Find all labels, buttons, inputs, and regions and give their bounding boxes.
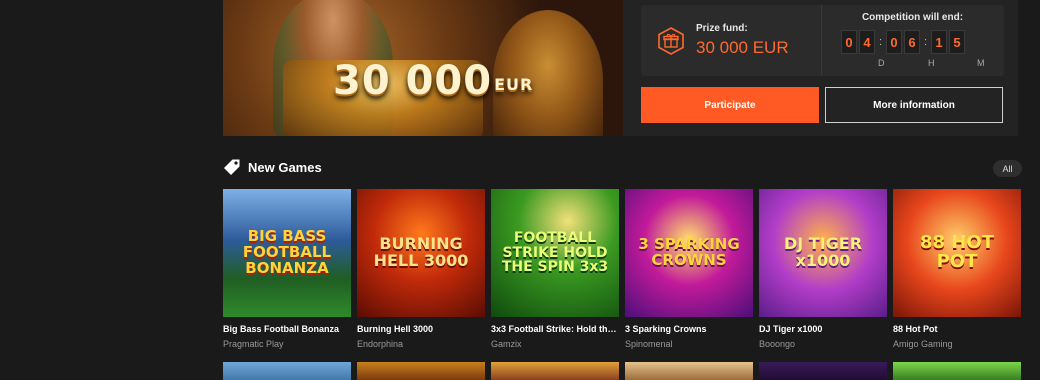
game-art-title: 3 SPARKING CROWNS	[638, 235, 740, 269]
countdown-timer: 0 4 : 0 6 : 1 5	[841, 30, 967, 54]
game-thumbnail[interactable]: FOOTBALL STRIKE HOLD THE SPIN 3x3	[491, 189, 619, 317]
countdown-unit-hours: H	[928, 58, 935, 68]
tournament-banner-image[interactable]: 30 000 EUR	[223, 0, 623, 136]
game-provider: Pragmatic Play	[223, 339, 284, 349]
game-thumbnail[interactable]	[357, 362, 485, 380]
countdown-separator: :	[878, 36, 883, 48]
countdown-unit-days: D	[878, 58, 885, 68]
game-thumbnail[interactable]: BURNING HELL 3000	[357, 189, 485, 317]
countdown-unit-minutes: M	[977, 58, 985, 68]
tournament-panel: Prize fund: 30 000 EUR Competition will …	[623, 0, 1018, 136]
casino-page: 30 000 EUR Prize fund: 30 000 EUR Competi…	[0, 0, 1040, 380]
gift-icon	[658, 27, 684, 55]
game-name[interactable]: 3 Sparking Crowns	[625, 324, 753, 334]
banner-amount: 30 000 EUR	[333, 58, 533, 104]
game-name[interactable]: 88 Hot Pot	[893, 324, 1021, 334]
countdown-digit: 0	[841, 30, 857, 54]
banner-amount-value: 30 000	[333, 58, 493, 104]
game-art-title: 88 HOT POT	[920, 232, 994, 272]
game-thumbnail[interactable]	[893, 362, 1021, 380]
game-art-title: DJ TIGER x1000	[783, 234, 863, 270]
more-games-row	[223, 362, 1021, 380]
game-thumbnail[interactable]	[759, 362, 887, 380]
game-provider: Endorphina	[357, 339, 404, 349]
game-name[interactable]: 3x3 Football Strike: Hold the...	[491, 324, 619, 334]
all-games-button[interactable]: All	[993, 160, 1022, 177]
game-thumbnail[interactable]: 88 HOT POT	[893, 189, 1021, 317]
game-thumbnail[interactable]: 3 SPARKING CROWNS	[625, 189, 753, 317]
game-thumbnail[interactable]	[223, 362, 351, 380]
tournament-info-box: Prize fund: 30 000 EUR Competition will …	[641, 5, 1004, 76]
game-card[interactable]: BIG BASS FOOTBALL BONANZA Big Bass Footb…	[223, 189, 351, 349]
countdown-digit: 1	[931, 30, 947, 54]
game-name[interactable]: Burning Hell 3000	[357, 324, 485, 334]
game-card[interactable]: DJ TIGER x1000 DJ Tiger x1000 Booongo	[759, 189, 887, 349]
countdown-digit: 5	[949, 30, 965, 54]
prize-fund-label: Prize fund:	[696, 23, 748, 34]
section-title: New Games	[248, 159, 322, 175]
game-card[interactable]: FOOTBALL STRIKE HOLD THE SPIN 3x3 3x3 Fo…	[491, 189, 619, 349]
game-art-title: FOOTBALL STRIKE HOLD THE SPIN 3x3	[501, 229, 609, 276]
game-provider: Amigo Gaming	[893, 339, 953, 349]
new-games-header: New Games	[223, 158, 322, 176]
new-games-list: BIG BASS FOOTBALL BONANZA Big Bass Footb…	[223, 189, 1021, 349]
game-provider: Gamzix	[491, 339, 522, 349]
game-thumbnail[interactable]: DJ TIGER x1000	[759, 189, 887, 317]
prize-fund-value: 30 000 EUR	[696, 38, 789, 57]
game-provider: Booongo	[759, 339, 796, 349]
game-card[interactable]: BURNING HELL 3000 Burning Hell 3000 Endo…	[357, 189, 485, 349]
countdown-digit: 4	[859, 30, 875, 54]
game-card[interactable]: 88 HOT POT 88 Hot Pot Amigo Gaming	[893, 189, 1021, 349]
more-information-button[interactable]: More information	[825, 87, 1003, 123]
game-card[interactable]: 3 SPARKING CROWNS 3 Sparking Crowns Spin…	[625, 189, 753, 349]
participate-button[interactable]: Participate	[641, 87, 819, 123]
game-art-title: BURNING HELL 3000	[373, 234, 469, 270]
countdown-digit: 6	[904, 30, 920, 54]
game-thumbnail[interactable]	[625, 362, 753, 380]
banner-amount-currency: EUR	[494, 75, 534, 94]
game-provider: Spinomenal	[625, 339, 673, 349]
game-name[interactable]: Big Bass Football Bonanza	[223, 324, 351, 334]
game-thumbnail[interactable]: BIG BASS FOOTBALL BONANZA	[223, 189, 351, 317]
countdown-label: Competition will end:	[861, 12, 964, 23]
game-thumbnail[interactable]	[491, 362, 619, 380]
countdown-separator: :	[923, 36, 928, 48]
game-art-title: BIG BASS FOOTBALL BONANZA	[242, 227, 332, 277]
game-name[interactable]: DJ Tiger x1000	[759, 324, 887, 334]
tag-icon	[224, 159, 240, 175]
countdown-digit: 0	[886, 30, 902, 54]
divider	[821, 5, 822, 76]
